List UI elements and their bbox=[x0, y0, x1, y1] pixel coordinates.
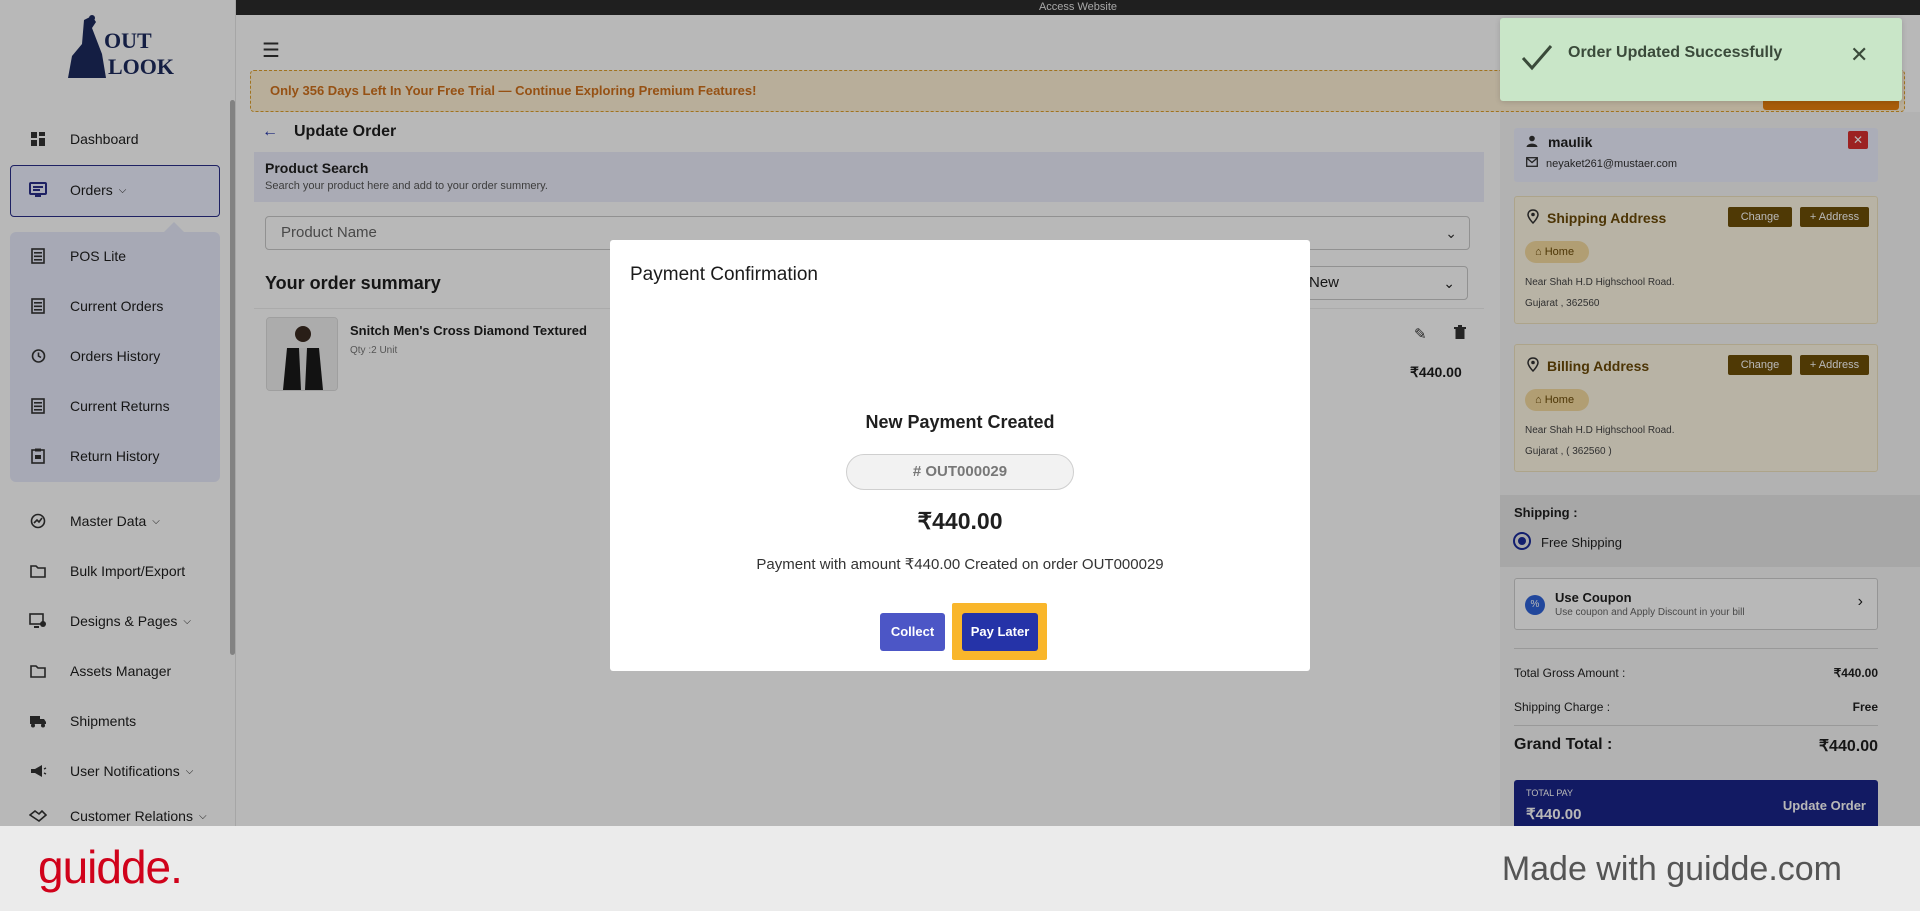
payment-amount: ₹440.00 bbox=[917, 508, 1003, 534]
payment-message: Payment with amount ₹440.00 Created on o… bbox=[756, 556, 1164, 573]
close-icon[interactable]: ✕ bbox=[1850, 44, 1868, 66]
toast-message: Order Updated Successfully bbox=[1568, 44, 1783, 61]
payment-created-heading: New Payment Created bbox=[865, 412, 1055, 432]
collect-button[interactable]: Collect bbox=[880, 613, 945, 651]
payment-confirmation-modal: Payment Confirmation New Payment Created… bbox=[610, 240, 1310, 671]
made-with-text: Made with guidde.com bbox=[1501, 850, 1842, 888]
pay-later-button[interactable]: Pay Later bbox=[962, 613, 1038, 651]
modal-title: Payment Confirmation bbox=[630, 264, 818, 285]
order-id-badge: # OUT000029 bbox=[846, 454, 1074, 490]
guidde-footer: guidde. Made with guidde.com bbox=[0, 826, 1920, 911]
guidde-logo: guidde. bbox=[38, 841, 183, 893]
check-icon bbox=[1520, 42, 1554, 77]
success-toast: Order Updated Successfully ✕ bbox=[1500, 18, 1902, 101]
